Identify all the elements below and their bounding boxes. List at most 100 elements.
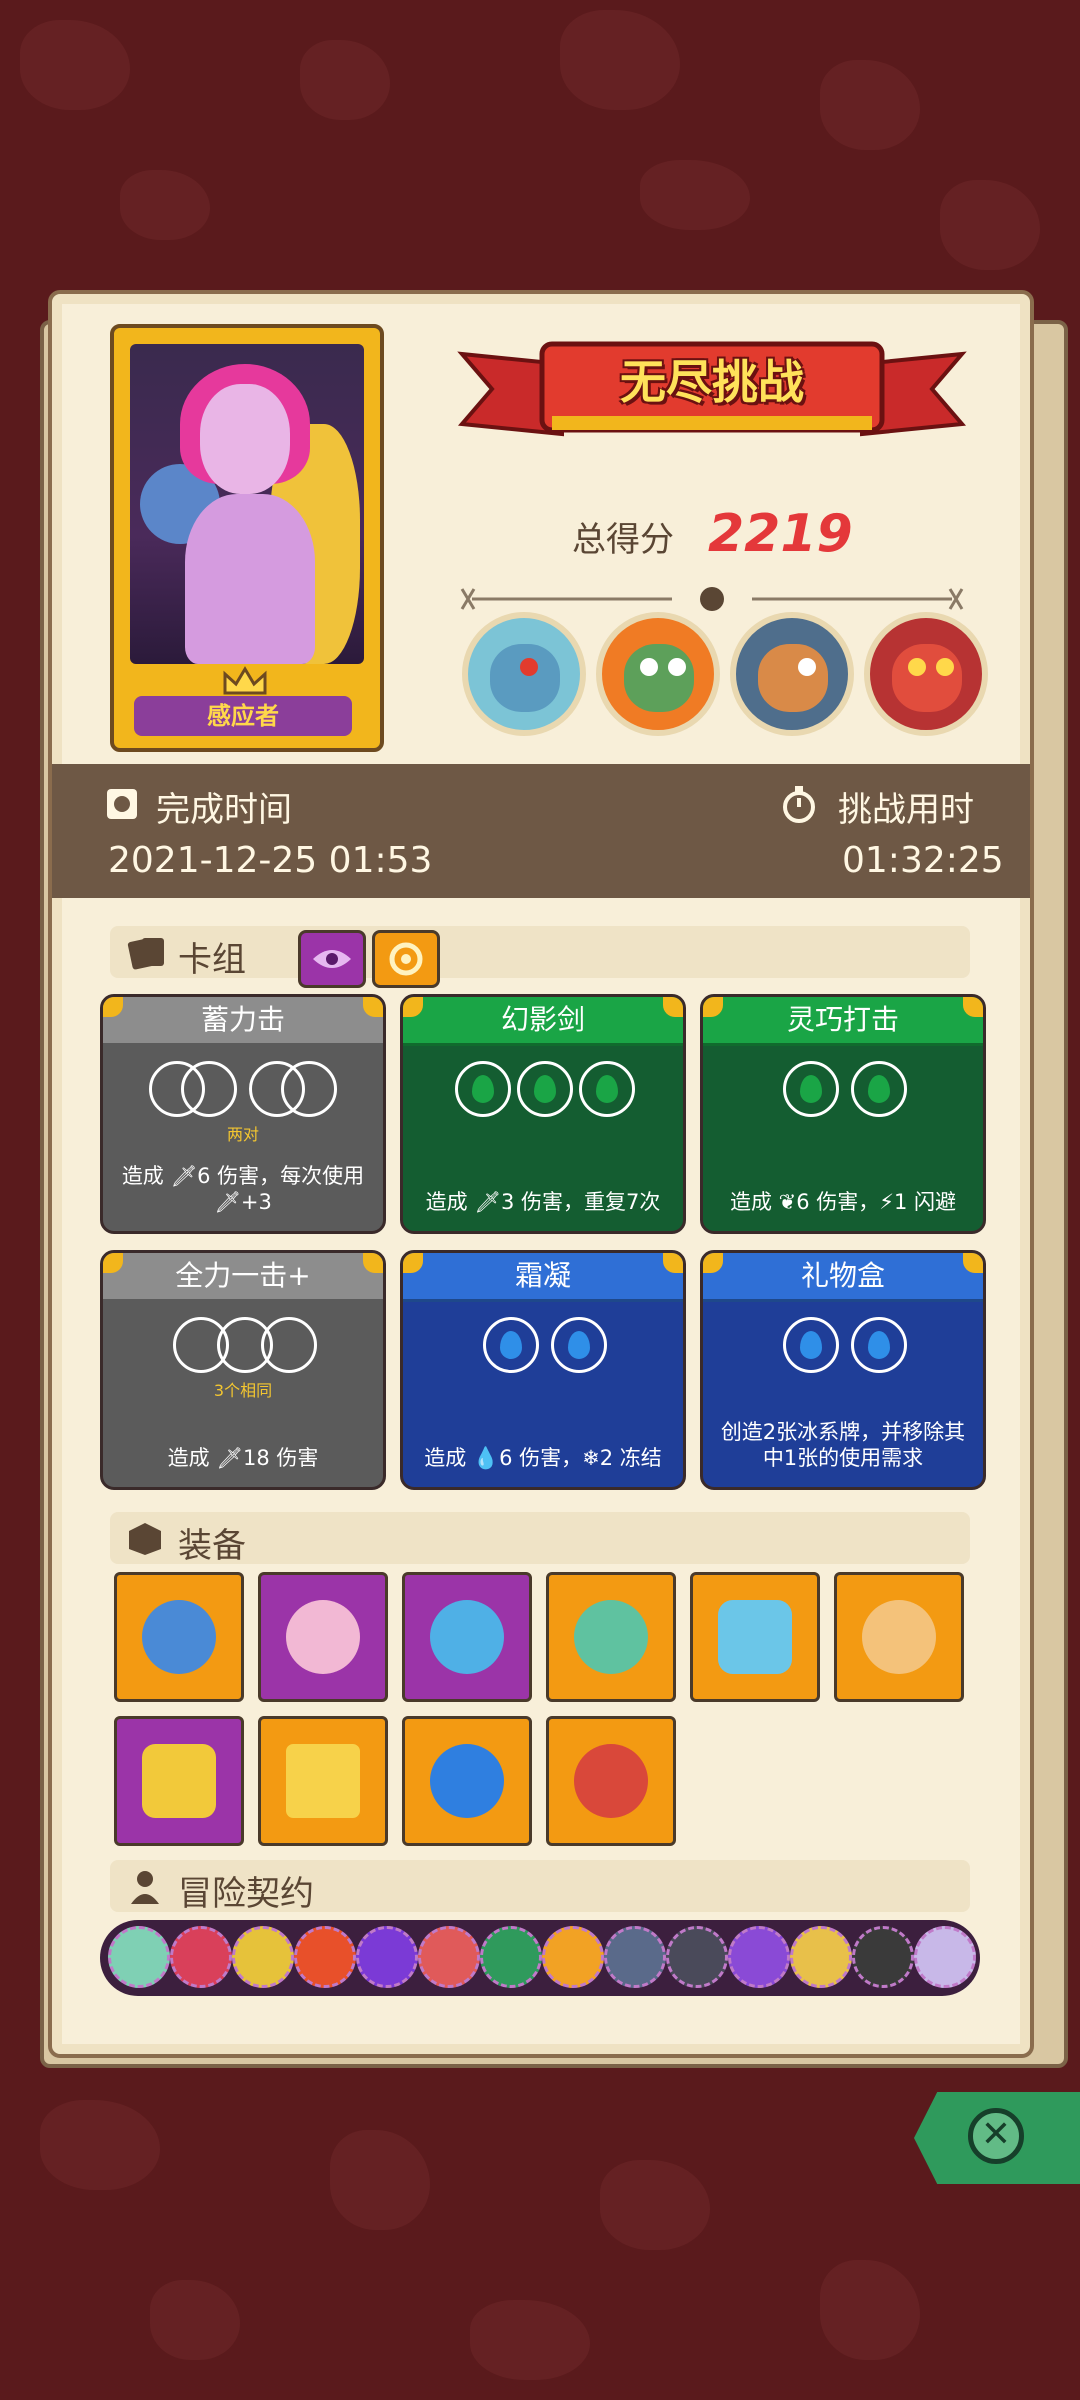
duration-label: 挑战用时 (838, 790, 974, 830)
potion-contract-icon[interactable] (108, 1926, 170, 1988)
card-description: 造成 💧6 伤害，❄2 冻结 (424, 1446, 662, 1470)
claw-contract-icon[interactable] (294, 1926, 356, 1988)
heart-contract-icon[interactable] (170, 1926, 232, 1988)
swirl-amulet-icon (430, 1744, 504, 1818)
demon-contract-icon[interactable] (356, 1926, 418, 1988)
card-requirement: 3个相同 (213, 1381, 273, 1400)
ring-icon (430, 1600, 504, 1674)
equipment-item[interactable] (114, 1716, 244, 1846)
equipment-item[interactable] (402, 1716, 532, 1846)
contracts-row (100, 1920, 980, 1996)
deck-card[interactable]: 灵巧打击 造成 ❦6 伤害，⚡1 闪避 (700, 994, 986, 1234)
boss-portrait[interactable] (462, 612, 586, 736)
complete-time-value: 2021-12-25 01:53 (108, 840, 433, 881)
leaf-slot (579, 1061, 635, 1117)
skull-divider (460, 587, 964, 611)
card-name: 全力一击+ (103, 1253, 383, 1302)
result-panel: 感应者 无尽挑战 总得分 2219 完成时间 2021-12-25 01:53 … (48, 290, 1034, 2058)
card-name: 礼物盒 (703, 1253, 983, 1302)
triangle-contract-icon[interactable] (480, 1926, 542, 1988)
deck-filter-purple[interactable] (298, 930, 366, 988)
crown-item-icon (286, 1744, 360, 1818)
card-description: 造成 🗡3 伤害，重复7次 (425, 1190, 661, 1214)
equipment-title: 装备 (178, 1526, 246, 1566)
close-button[interactable]: ✕ (914, 2092, 1080, 2184)
deck-section-header: 卡组 (110, 926, 970, 988)
meat-icon (574, 1744, 648, 1818)
crown-icon (223, 666, 267, 695)
equipment-item[interactable] (690, 1572, 820, 1702)
equipment-item[interactable] (834, 1572, 964, 1702)
leaf-slot (783, 1061, 839, 1117)
leaf-icon (868, 1075, 890, 1103)
equipment-item[interactable] (114, 1572, 244, 1702)
deck-card[interactable]: 礼物盒 创造2张冰系牌，并移除其中1张的使用需求 (700, 1250, 986, 1490)
complete-time-label: 完成时间 (156, 790, 292, 830)
boss-portrait[interactable] (864, 612, 988, 736)
close-icon: ✕ (968, 2108, 1024, 2164)
person-icon (131, 1871, 159, 1904)
water-drop-icon (500, 1331, 522, 1359)
contracts-title: 冒险契约 (178, 1874, 314, 1914)
spiral-icon (389, 942, 423, 976)
deck-card[interactable]: 全力一击+ 3个相同 造成 🗡18 伤害 (100, 1250, 386, 1490)
block-contract-icon[interactable] (604, 1926, 666, 1988)
equipment-item[interactable] (258, 1716, 388, 1846)
flower-contract-icon[interactable] (790, 1926, 852, 1988)
flame-contract-icon[interactable] (728, 1926, 790, 1988)
deck-card[interactable]: 霜凝 造成 💧6 伤害，❄2 冻结 (400, 1250, 686, 1490)
boss-portrait[interactable] (596, 612, 720, 736)
card-description: 造成 ❦6 伤害，⚡1 闪避 (729, 1190, 957, 1214)
leaf-slot (455, 1061, 511, 1117)
equipment-item[interactable] (546, 1572, 676, 1702)
hero-portrait (130, 344, 364, 664)
hero-card[interactable]: 感应者 (110, 324, 384, 752)
score-value: 2219 (708, 504, 853, 564)
orb-icon (286, 1600, 360, 1674)
boss-portrait[interactable] (730, 612, 854, 736)
box-icon (129, 1523, 161, 1555)
card-requirement: 两对 (226, 1125, 259, 1144)
eye-contract-icon[interactable] (232, 1926, 294, 1988)
equipment-item[interactable] (258, 1572, 388, 1702)
stopwatch-icon (783, 786, 815, 823)
mushroom-contract-icon[interactable] (418, 1926, 480, 1988)
water-drop-icon (568, 1331, 590, 1359)
banner-title: 无尽挑战 (620, 355, 804, 409)
leaf-slot (851, 1061, 907, 1117)
card-description: 造成 🗡6 伤害，每次使用 🗡+3 (121, 1164, 365, 1214)
card-name: 蓄力击 (103, 997, 383, 1046)
card-description: 造成 🗡18 伤害 (167, 1446, 319, 1470)
leaf-icon (596, 1075, 618, 1103)
deck-title: 卡组 (178, 940, 246, 980)
deck-filter-orange[interactable] (372, 930, 440, 988)
star-contract-icon[interactable] (542, 1926, 604, 1988)
equipment-item[interactable] (402, 1572, 532, 1702)
water-drop-icon (800, 1331, 822, 1359)
leaf-icon (800, 1075, 822, 1103)
leaf-icon (472, 1075, 494, 1103)
deck-card[interactable]: 幻影剑 造成 🗡3 伤害，重复7次 (400, 994, 686, 1234)
golden-die-icon (142, 1744, 216, 1818)
dice-slot (181, 1061, 237, 1117)
deck-card[interactable]: 蓄力击 两对 造成 🗡6 伤害，每次使用 🗡+3 (100, 994, 386, 1234)
anvil-contract-icon[interactable] (852, 1926, 914, 1988)
cards-icon (127, 938, 164, 970)
leaf-slot (517, 1061, 573, 1117)
dragon-mask-icon (574, 1600, 648, 1674)
duration-value: 01:32:25 (842, 840, 1004, 881)
card-name: 灵巧打击 (703, 997, 983, 1046)
equipment-item[interactable] (546, 1716, 676, 1846)
water-slot (483, 1317, 539, 1373)
leaf-icon (534, 1075, 556, 1103)
water-slot (783, 1317, 839, 1373)
dice-contract-icon[interactable] (914, 1926, 976, 1988)
paw-contract-icon[interactable] (666, 1926, 728, 1988)
defeated-bosses (462, 612, 1002, 742)
score-row: 总得分 2219 (572, 504, 853, 564)
water-slot (851, 1317, 907, 1373)
dice-slot (261, 1317, 317, 1373)
card-description: 创造2张冰系牌，并移除其中1张的使用需求 (720, 1420, 966, 1470)
card-name: 幻影剑 (403, 997, 683, 1046)
hero-name: 感应者 (134, 696, 352, 736)
